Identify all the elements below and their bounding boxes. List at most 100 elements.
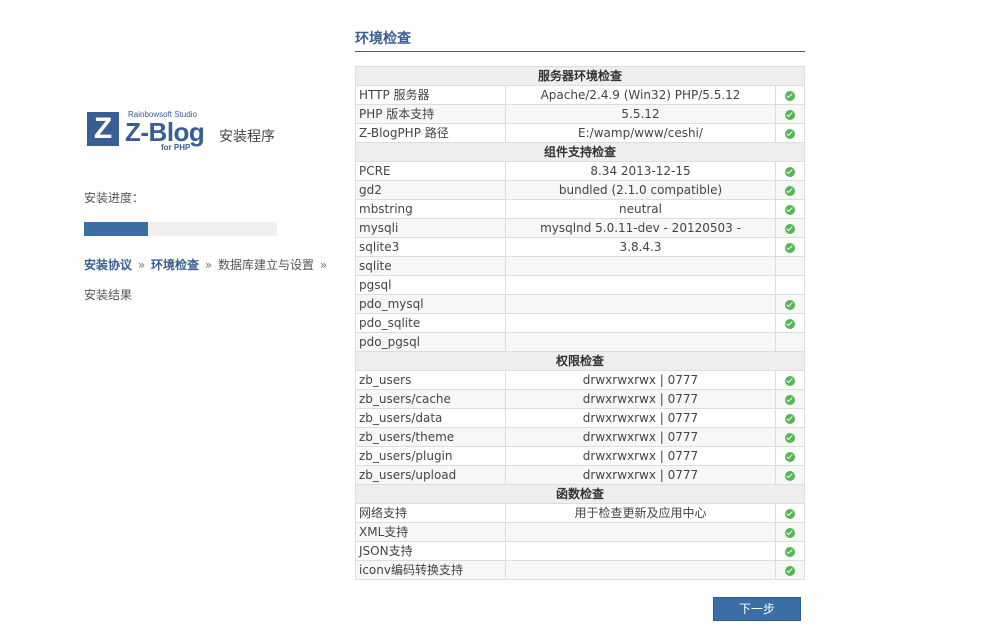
check-ok-icon <box>785 128 795 139</box>
check-name: 网络支持 <box>355 503 506 523</box>
check-status <box>775 237 805 257</box>
check-status <box>775 408 805 428</box>
check-row: XML支持 <box>355 522 805 542</box>
progress-label: 安装进度： <box>84 191 145 205</box>
check-row: gd2 bundled (2.1.0 compatible) <box>355 180 805 200</box>
check-row: pgsql <box>355 275 805 295</box>
progress-bar <box>84 222 277 236</box>
installer-title: 安装程序 <box>219 129 275 145</box>
environment-check-table: 服务器环境检查 HTTP 服务器 Apache/2.4.9 (Win32) PHP/… <box>355 66 805 580</box>
check-value: mysqlnd 5.0.11-dev - 20120503 - <box>505 218 776 238</box>
check-ok-icon <box>785 451 795 462</box>
check-name: zb_users/plugin <box>355 446 506 466</box>
check-name: pdo_pgsql <box>355 332 506 352</box>
check-value <box>505 522 776 542</box>
check-ok-icon <box>785 242 795 253</box>
check-ok-icon <box>785 90 795 101</box>
check-status <box>775 560 805 580</box>
check-value <box>505 313 776 333</box>
check-status <box>775 522 805 542</box>
check-row: mysqli mysqlnd 5.0.11-dev - 20120503 - <box>355 218 805 238</box>
check-status <box>775 199 805 219</box>
check-row: HTTP 服务器 Apache/2.4.9 (Win32) PHP/5.5.12 <box>355 85 805 105</box>
check-status <box>775 180 805 200</box>
check-row: PCRE 8.34 2013-12-15 <box>355 161 805 181</box>
check-ok-icon <box>785 527 795 538</box>
check-row: Z-BlogPHP 路径 E:/wamp/www/ceshi/ <box>355 123 805 143</box>
check-status <box>775 446 805 466</box>
check-ok-icon <box>785 470 795 481</box>
check-name: sqlite <box>355 256 506 276</box>
z-logo-mark: Z <box>87 112 119 146</box>
check-row: zb_users/theme drwxrwxrwx | 0777 <box>355 427 805 447</box>
section-heading: 组件支持检查 <box>355 142 805 162</box>
check-status <box>775 85 805 105</box>
check-name: sqlite3 <box>355 237 506 257</box>
check-value <box>505 560 776 580</box>
check-ok-icon <box>785 546 795 557</box>
check-row: zb_users/plugin drwxrwxrwx | 0777 <box>355 446 805 466</box>
check-name: Z-BlogPHP 路径 <box>355 123 506 143</box>
step-item: 安装结果 <box>84 288 133 302</box>
check-ok-icon <box>785 318 795 329</box>
check-row: JSON支持 <box>355 541 805 561</box>
check-value <box>505 332 776 352</box>
check-name: mbstring <box>355 199 506 219</box>
check-name: pgsql <box>355 275 506 295</box>
check-name: XML支持 <box>355 522 506 542</box>
check-name: JSON支持 <box>355 541 506 561</box>
check-row: zb_users/data drwxrwxrwx | 0777 <box>355 408 805 428</box>
check-ok-icon <box>785 375 795 386</box>
check-ok-icon <box>785 204 795 215</box>
check-value <box>505 275 776 295</box>
zblog-logo: Z Rainbowsoft Studio Z-Blog for PHP 安装程序 <box>87 110 307 156</box>
check-ok-icon <box>785 166 795 177</box>
check-row: sqlite <box>355 256 805 276</box>
check-row: zb_users/cache drwxrwxrwx | 0777 <box>355 389 805 409</box>
install-steps: 安装协议 » 环境检查 » 数据库建立与设置 » 安装结果 <box>84 250 336 310</box>
step-separator: » <box>316 258 328 272</box>
check-name: PCRE <box>355 161 506 181</box>
check-row: iconv编码转换支持 <box>355 560 805 580</box>
step-separator: » <box>201 258 216 272</box>
check-status <box>775 218 805 238</box>
check-name: zb_users <box>355 370 506 390</box>
step-item: 安装协议 <box>84 258 133 272</box>
next-step-button[interactable]: 下一步 <box>713 597 801 621</box>
page-title: 环境检查 <box>355 28 805 52</box>
check-row: pdo_sqlite <box>355 313 805 333</box>
check-ok-icon <box>785 432 795 443</box>
check-status <box>775 275 805 295</box>
check-row: mbstring neutral <box>355 199 805 219</box>
check-name: iconv编码转换支持 <box>355 560 506 580</box>
check-name: zb_users/cache <box>355 389 506 409</box>
check-name: zb_users/theme <box>355 427 506 447</box>
check-status <box>775 123 805 143</box>
step-separator: » <box>134 258 149 272</box>
check-value: 5.5.12 <box>505 104 776 124</box>
check-name: zb_users/upload <box>355 465 506 485</box>
check-value: bundled (2.1.0 compatible) <box>505 180 776 200</box>
step-item: 环境检查 <box>151 258 200 272</box>
section-heading: 函数检查 <box>355 484 805 504</box>
check-ok-icon <box>785 223 795 234</box>
check-value: neutral <box>505 199 776 219</box>
logo-forphp-text: for PHP <box>161 143 191 152</box>
check-status <box>775 104 805 124</box>
check-value: drwxrwxrwx | 0777 <box>505 465 776 485</box>
check-value: 8.34 2013-12-15 <box>505 161 776 181</box>
check-value: drwxrwxrwx | 0777 <box>505 408 776 428</box>
check-row: zb_users/upload drwxrwxrwx | 0777 <box>355 465 805 485</box>
progress-fill <box>84 222 148 236</box>
check-value <box>505 541 776 561</box>
check-status <box>775 313 805 333</box>
check-status <box>775 370 805 390</box>
check-status <box>775 465 805 485</box>
check-ok-icon <box>785 185 795 196</box>
check-ok-icon <box>785 508 795 519</box>
check-status <box>775 503 805 523</box>
check-row: zb_users drwxrwxrwx | 0777 <box>355 370 805 390</box>
check-name: zb_users/data <box>355 408 506 428</box>
check-ok-icon <box>785 109 795 120</box>
check-status <box>775 541 805 561</box>
